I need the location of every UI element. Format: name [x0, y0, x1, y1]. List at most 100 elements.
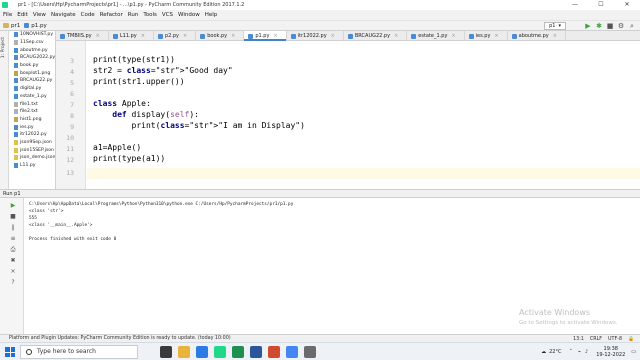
rerun-icon[interactable]: ▶: [9, 202, 17, 209]
menu-edit[interactable]: Edit: [17, 12, 28, 18]
taskbar-search[interactable]: Type here to search: [20, 345, 138, 359]
list-item[interactable]: 10NOVHIST.py: [10, 31, 55, 39]
print-icon[interactable]: ⎙: [9, 246, 17, 253]
breadcrumb-project[interactable]: pr1: [11, 23, 20, 29]
close-icon[interactable]: ×: [141, 33, 145, 39]
notification-icon[interactable]: ▭: [631, 349, 636, 355]
tab-itr12022[interactable]: itr12022.py ×: [287, 31, 344, 41]
close-icon[interactable]: ×: [451, 33, 455, 39]
code-editor[interactable]: 3 4 5 6 7 8 9 10 11 12 13 print(type(str…: [56, 41, 640, 189]
list-item[interactable]: book.py: [10, 62, 55, 70]
list-item[interactable]: digital.py: [10, 85, 55, 93]
file-explorer-icon[interactable]: [178, 346, 190, 358]
list-item[interactable]: 11Sep.csv: [10, 39, 55, 47]
minimize-button[interactable]: —: [562, 0, 588, 10]
line-number: 8: [70, 112, 74, 120]
run-console[interactable]: C:\Users\Hp\AppData\Local\Programs\Pytho…: [24, 198, 640, 334]
list-item[interactable]: itr12022.py: [10, 131, 55, 139]
tab-aboutme[interactable]: aboutme.py ×: [508, 31, 566, 41]
project-tool-button[interactable]: 1: Project: [1, 37, 6, 58]
clock[interactable]: 19:38 19-12-2022: [596, 346, 625, 358]
menu-navigate[interactable]: Navigate: [51, 12, 76, 18]
close-icon[interactable]: ×: [231, 33, 235, 39]
close-icon[interactable]: ×: [494, 33, 498, 39]
python-file-icon: [14, 47, 18, 53]
search-icon[interactable]: ⌕: [628, 22, 636, 30]
chevron-up-icon[interactable]: ˄: [569, 349, 572, 355]
list-item[interactable]: json15SEP.json: [10, 146, 55, 154]
list-item[interactable]: L11.py: [10, 162, 55, 170]
powerpoint-icon[interactable]: [268, 346, 280, 358]
close-button[interactable]: ✕: [614, 0, 640, 10]
list-item[interactable]: ies.py: [10, 123, 55, 131]
soft-wrap-icon[interactable]: ≡: [9, 235, 17, 242]
close-icon[interactable]: ×: [273, 33, 277, 39]
close-icon[interactable]: ×: [96, 33, 100, 39]
edge-icon[interactable]: [196, 346, 208, 358]
tab-tmbiis[interactable]: TMBIIS.py ×: [56, 31, 109, 41]
settings-icon[interactable]: ⚙: [617, 22, 625, 30]
temperature[interactable]: 22°C: [549, 349, 561, 355]
list-item[interactable]: json9Sep.json: [10, 139, 55, 147]
tab-ies[interactable]: ies.py ×: [465, 31, 508, 41]
tab-book[interactable]: book.py ×: [196, 31, 245, 41]
list-item[interactable]: json_demo.json: [10, 154, 55, 162]
stop-icon[interactable]: ■: [9, 213, 17, 220]
close-icon[interactable]: ×: [394, 33, 398, 39]
list-item[interactable]: file2.txt: [10, 108, 55, 116]
list-item[interactable]: estate_1.py: [10, 93, 55, 101]
task-view-icon[interactable]: [160, 346, 172, 358]
run-icon[interactable]: ▶: [584, 22, 592, 30]
lock-icon[interactable]: 🔒: [628, 337, 634, 342]
status-message[interactable]: Platform and Plugin Updates: PyCharm Com…: [9, 336, 231, 341]
menu-window[interactable]: Window: [178, 12, 200, 18]
word-icon[interactable]: [250, 346, 262, 358]
caret-position[interactable]: 13:1: [573, 337, 584, 342]
json-file-icon: [14, 147, 18, 153]
maximize-button[interactable]: ☐: [588, 0, 614, 10]
tab-p1[interactable]: p1.py ×: [244, 31, 287, 41]
list-item[interactable]: BRCAUG22.py: [10, 77, 55, 85]
close-icon[interactable]: ×: [553, 33, 557, 39]
settings-icon[interactable]: [304, 346, 316, 358]
menu-tools[interactable]: Tools: [143, 12, 157, 18]
tab-brcaug22[interactable]: BRCAUG22.py ×: [344, 31, 408, 41]
menu-view[interactable]: View: [33, 12, 46, 18]
list-item[interactable]: boxplot1.png: [10, 69, 55, 77]
chrome-icon[interactable]: [286, 346, 298, 358]
weather-icon[interactable]: ☁: [541, 349, 546, 355]
list-item[interactable]: aboutme.py: [10, 46, 55, 54]
help-icon[interactable]: ?: [9, 279, 17, 286]
list-item[interactable]: file1.txt: [10, 100, 55, 108]
run-tab-label[interactable]: Run p1: [3, 191, 21, 197]
tab-p2[interactable]: p2.py ×: [154, 31, 197, 41]
stop-icon[interactable]: ■: [606, 22, 614, 30]
list-item[interactable]: hist1.png: [10, 116, 55, 124]
line-separator[interactable]: CRLF: [590, 337, 602, 342]
trash-icon[interactable]: ✖: [9, 257, 17, 264]
excel-icon[interactable]: [232, 346, 244, 358]
menu-help[interactable]: Help: [205, 12, 218, 18]
tab-l11[interactable]: L11.py ×: [109, 31, 154, 41]
menu-file[interactable]: File: [3, 12, 12, 18]
pause-icon[interactable]: ∥: [9, 224, 17, 231]
menu-vcs[interactable]: VCS: [162, 12, 173, 18]
debug-icon[interactable]: ✱: [595, 22, 603, 30]
breadcrumb-file[interactable]: p1.py: [31, 23, 47, 29]
run-config-select[interactable]: p1 ▾: [544, 22, 566, 30]
network-icon[interactable]: ⌁: [578, 349, 581, 355]
pycharm-icon[interactable]: [214, 346, 226, 358]
file-name: book.py: [20, 63, 39, 69]
list-item[interactable]: BCAUG2022.py: [10, 54, 55, 62]
python-file-icon: [14, 163, 18, 169]
file-encoding[interactable]: UTF-8: [608, 337, 622, 342]
close-icon[interactable]: ×: [331, 33, 335, 39]
menu-refactor[interactable]: Refactor: [100, 12, 123, 18]
menu-code[interactable]: Code: [81, 12, 95, 18]
menu-run[interactable]: Run: [128, 12, 139, 18]
start-button[interactable]: [5, 347, 15, 357]
close-icon[interactable]: ×: [9, 268, 17, 275]
close-icon[interactable]: ×: [183, 33, 187, 39]
tab-estate[interactable]: estate_1.py ×: [407, 31, 465, 41]
volume-icon[interactable]: ♪: [585, 349, 588, 355]
